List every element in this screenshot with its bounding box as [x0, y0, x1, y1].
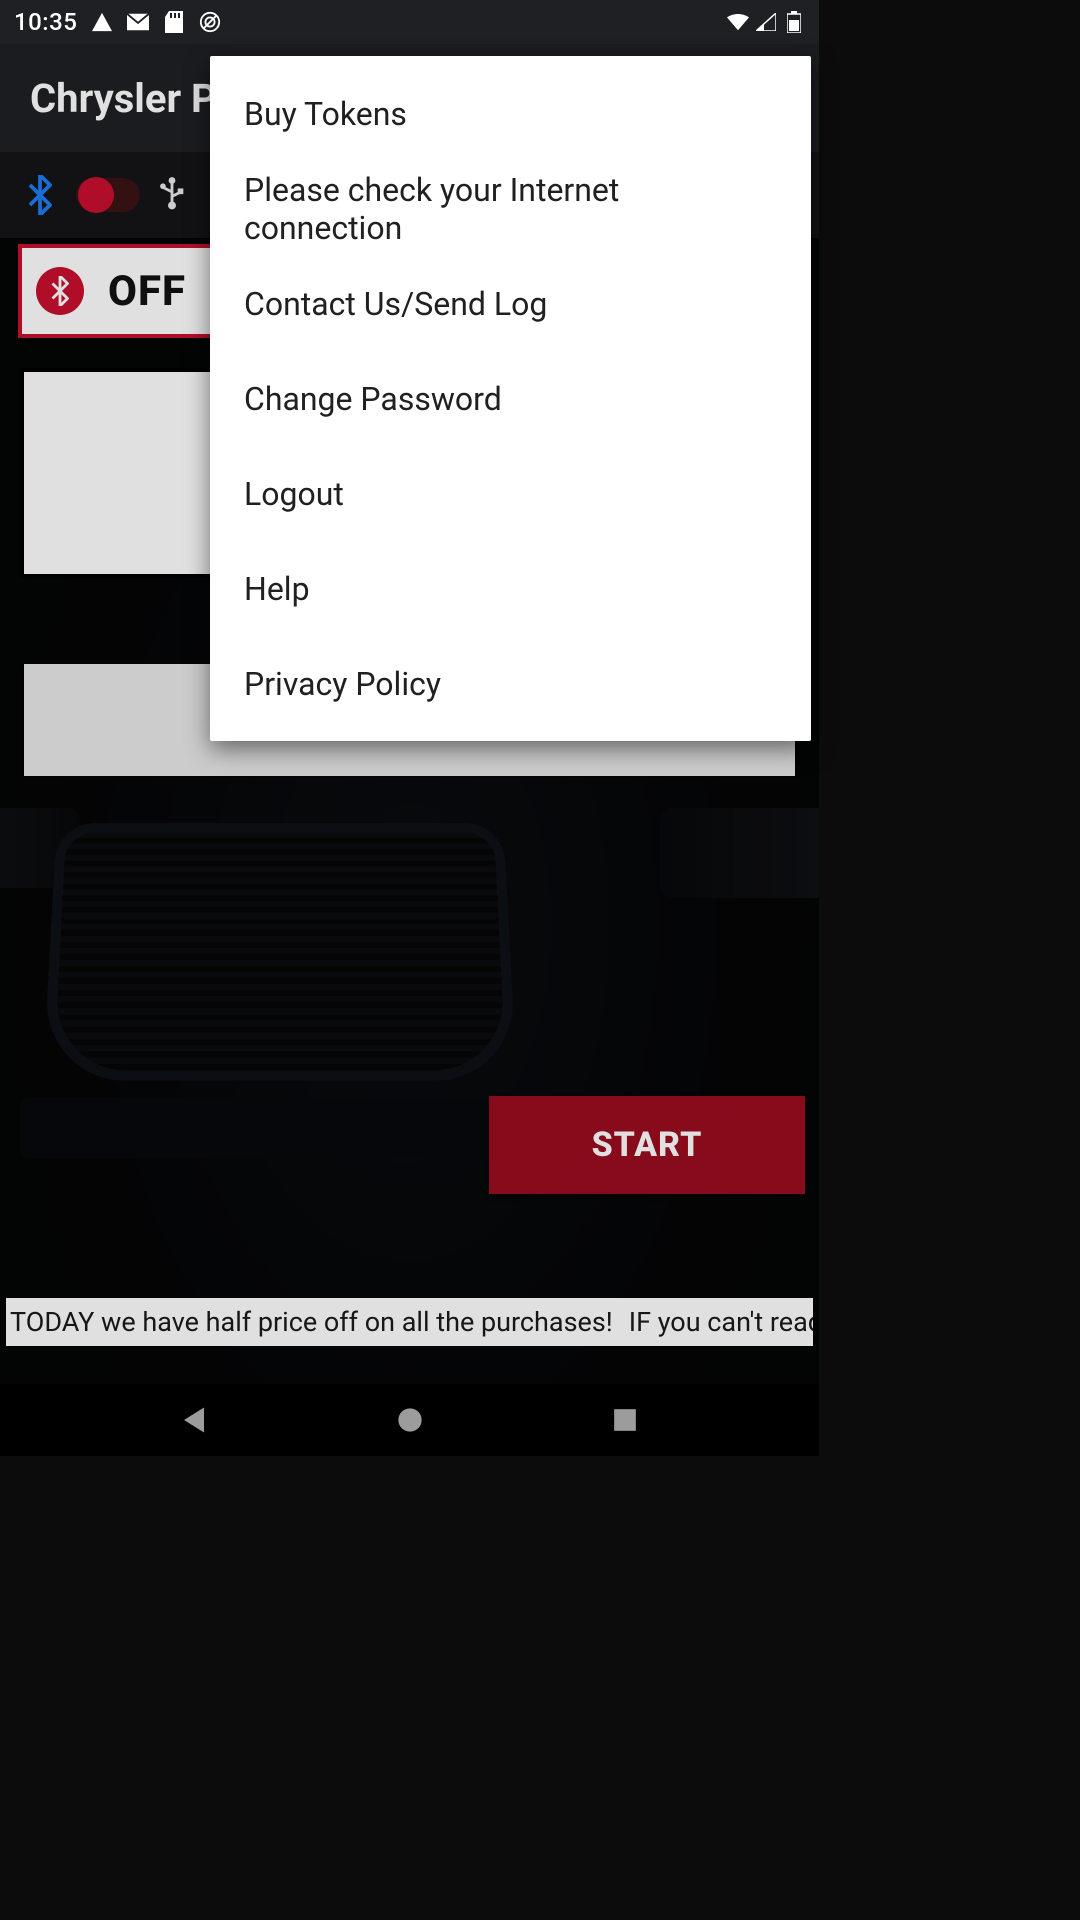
menu-item-label: Change Password [244, 380, 502, 418]
mail-icon [127, 11, 149, 33]
bluetooth-toggle[interactable] [76, 178, 140, 212]
menu-item-label: Help [244, 570, 310, 608]
menu-item-label: Buy Tokens [244, 95, 407, 133]
dnd-icon [199, 11, 221, 33]
menu-item-buy-tokens[interactable]: Buy Tokens [210, 66, 811, 161]
status-left: 10:35 [14, 8, 221, 36]
status-right [727, 11, 805, 33]
menu-item-label: Contact Us/Send Log [244, 285, 547, 323]
ticker-text-1: TODAY we have half price off on all the … [6, 1306, 617, 1338]
start-button[interactable]: START [489, 1096, 805, 1194]
status-bar: 10:35 [0, 0, 819, 44]
menu-item-label: Logout [244, 475, 344, 513]
menu-item-label: Please check your Internet connection [244, 171, 777, 247]
promo-ticker: TODAY we have half price off on all the … [6, 1298, 813, 1346]
menu-item-privacy-policy[interactable]: Privacy Policy [210, 636, 811, 731]
menu-item-contact-us[interactable]: Contact Us/Send Log [210, 256, 811, 351]
cell-signal-icon [755, 11, 777, 33]
sd-card-icon [163, 11, 185, 33]
menu-item-check-connection[interactable]: Please check your Internet connection [210, 161, 811, 256]
usb-icon [158, 176, 186, 214]
overflow-menu: Buy Tokens Please check your Internet co… [210, 56, 811, 741]
status-time: 10:35 [14, 8, 77, 36]
nav-home-button[interactable] [388, 1398, 432, 1442]
menu-item-change-password[interactable]: Change Password [210, 351, 811, 446]
wifi-icon [727, 11, 749, 33]
toggle-knob [78, 177, 114, 213]
nav-overview-button[interactable] [603, 1398, 647, 1442]
battery-icon [783, 11, 805, 33]
connection-status-label: OFF [108, 267, 186, 316]
bluetooth-icon [22, 175, 58, 215]
ticker-text-2: IF you can't read pin... [625, 1306, 813, 1338]
page-title: Chrysler P [30, 75, 217, 122]
menu-item-logout[interactable]: Logout [210, 446, 811, 541]
warning-icon [91, 11, 113, 33]
bluetooth-status-icon [36, 267, 84, 315]
menu-item-label: Privacy Policy [244, 665, 441, 703]
menu-item-help[interactable]: Help [210, 541, 811, 636]
android-nav-bar [0, 1384, 819, 1456]
nav-back-button[interactable] [172, 1398, 216, 1442]
start-label: START [592, 1125, 703, 1165]
